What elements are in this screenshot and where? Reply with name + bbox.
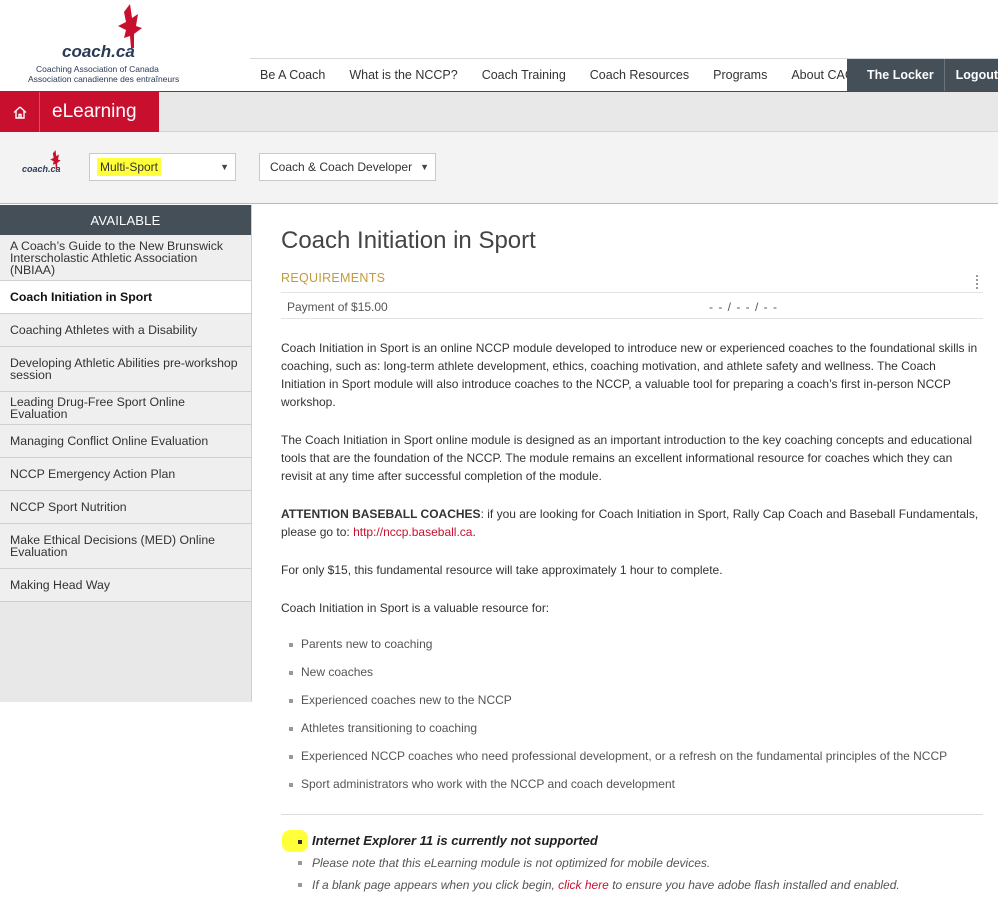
elearning-tab[interactable]: eLearning [0, 92, 159, 132]
sidebar-item-med[interactable]: Make Ethical Decisions (MED) Online Eval… [0, 524, 251, 569]
list-item: Athletes transitioning to coaching [288, 721, 478, 735]
sidebar-item-drug-free[interactable]: Leading Drug-Free Sport Online Evaluatio… [0, 392, 251, 425]
requirements-heading: REQUIREMENTS [281, 271, 386, 285]
list-item: Experienced coaches new to the NCCP [289, 693, 512, 707]
account-bar: The Locker Logout [847, 59, 998, 91]
sport-select[interactable]: Multi-Sport ▼ [89, 153, 236, 181]
home-icon[interactable] [0, 92, 40, 132]
section-divider [281, 814, 983, 815]
bullet-icon [298, 861, 302, 865]
flash-click-here-link[interactable]: click here [558, 878, 609, 892]
bullet-icon [298, 883, 302, 887]
logout-link[interactable]: Logout [945, 68, 998, 82]
nav-coach-resources[interactable]: Coach Resources [578, 68, 701, 82]
logo-wordmark: coach.ca [62, 42, 135, 61]
nav-programs[interactable]: Programs [701, 68, 779, 82]
price-paragraph: For only $15, this fundamental resource … [281, 563, 723, 577]
nav-what-is-nccp[interactable]: What is the NCCP? [337, 68, 469, 82]
baseball-notice: ATTENTION BASEBALL COACHES: if you are l… [281, 507, 979, 539]
audience-intro: Coach Initiation in Sport is a valuable … [281, 601, 550, 615]
chevron-down-icon: ▼ [420, 162, 429, 172]
mobile-note: Please note that this eLearning module i… [312, 856, 711, 870]
sport-select-value: Multi-Sport [97, 158, 162, 176]
flash-note: If a blank page appears when you click b… [312, 878, 900, 892]
elearning-label: eLearning [52, 101, 137, 122]
nav-be-a-coach[interactable]: Be A Coach [250, 68, 337, 82]
bullet-icon [298, 840, 302, 844]
sidebar-item-head-way[interactable]: Making Head Way [0, 569, 251, 602]
sidebar-item-nbiaa[interactable]: A Coach’s Guide to the New Brunswick Int… [0, 235, 251, 281]
logo-subtitle-fr: Association canadienne des entraîneurs [28, 74, 180, 84]
course-sidebar: AVAILABLE A Coach’s Guide to the New Bru… [0, 205, 252, 702]
sidebar-item-disability[interactable]: Coaching Athletes with a Disability [0, 314, 251, 347]
requirement-row: Payment of $15.00 - - / - - / - - [281, 292, 983, 319]
role-select-value: Coach & Coach Developer [270, 160, 413, 174]
requirement-date: - - / - - / - - [709, 300, 778, 314]
requirement-name: Payment of $15.00 [287, 300, 388, 314]
list-item: Experienced NCCP coaches who need profes… [288, 749, 948, 763]
highlight-mark [282, 830, 308, 852]
sidebar-item-nutrition[interactable]: NCCP Sport Nutrition [0, 491, 251, 524]
sidebar-item-coach-initiation[interactable]: Coach Initiation in Sport [0, 281, 251, 314]
sidebar-item-athletic-abilities[interactable]: Developing Athletic Abilities pre-worksh… [0, 347, 251, 392]
nav-coach-training[interactable]: Coach Training [470, 68, 578, 82]
the-locker-link[interactable]: The Locker [847, 68, 944, 82]
sidebar-item-emergency[interactable]: NCCP Emergency Action Plan [0, 458, 251, 491]
page-title: Coach Initiation in Sport [281, 227, 536, 254]
role-select[interactable]: Coach & Coach Developer ▼ [259, 153, 436, 181]
coach-ca-small-logo: coach.ca [22, 150, 66, 180]
elearning-bar: eLearning [0, 92, 998, 132]
description-paragraph-2: The Coach Initiation in Sport online mod… [281, 433, 973, 483]
sidebar-item-conflict[interactable]: Managing Conflict Online Evaluation [0, 425, 251, 458]
logo-subtitle-en: Coaching Association of Canada [36, 64, 159, 74]
more-options-icon[interactable] [976, 275, 978, 289]
baseball-link[interactable]: http://nccp.baseball.ca [353, 525, 472, 539]
list-item: Parents new to coaching [288, 637, 433, 651]
coach-ca-logo[interactable]: coach.ca Coaching Association of Canada … [28, 4, 188, 84]
list-item: Sport administrators who work with the N… [289, 777, 675, 791]
sidebar-heading: AVAILABLE [0, 205, 251, 235]
top-nav: Be A Coach What is the NCCP? Coach Train… [250, 59, 866, 91]
description-paragraph-1: Coach Initiation in Sport is an online N… [281, 341, 978, 409]
chevron-down-icon: ▼ [220, 162, 229, 172]
list-item: New coaches [288, 665, 374, 679]
site-header: coach.ca Coaching Association of Canada … [0, 0, 998, 92]
ie-not-supported-note: Internet Explorer 11 is currently not su… [312, 833, 598, 848]
